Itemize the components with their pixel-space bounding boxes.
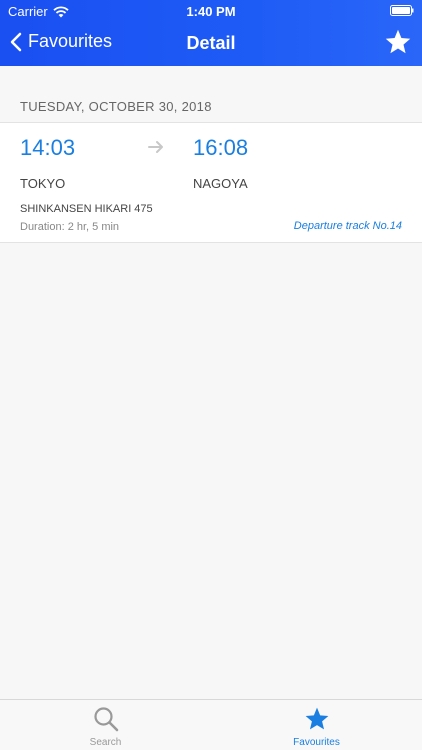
status-time: 1:40 PM	[186, 4, 236, 19]
back-label: Favourites	[28, 31, 113, 51]
status-bar: Carrier 1:40 PM	[0, 0, 422, 22]
departure-station: TOKYO	[20, 176, 66, 191]
tab-favourites[interactable]: Favourites	[211, 700, 422, 750]
departure-time: 14:03	[20, 135, 76, 160]
departure-track: Departure track No.14	[293, 220, 402, 232]
trip-card: 14:03 16:08 TOKYO NAGOYA SHINKANSEN HIKA…	[0, 122, 422, 243]
favourite-star-button[interactable]	[384, 28, 412, 56]
train-name: SHINKANSEN HIKARI 475	[20, 203, 153, 215]
tab-favourites-label: Favourites	[293, 737, 340, 748]
tab-search-label: Search	[89, 737, 122, 748]
arrival-time: 16:08	[193, 135, 249, 160]
arrow-right-icon	[148, 141, 163, 153]
trip-duration: Duration: 2 hr, 5 min	[20, 221, 120, 233]
tab-search[interactable]: Search	[0, 700, 211, 750]
tab-bar: Search Favourites	[0, 699, 422, 750]
arrival-station: NAGOYA	[193, 176, 248, 191]
star-icon	[305, 707, 329, 730]
battery-icon	[390, 5, 414, 16]
back-chevron-icon	[10, 32, 22, 51]
back-button[interactable]: Favourites	[10, 31, 112, 52]
search-icon	[94, 707, 119, 732]
navigation-bar: Favourites Detail	[0, 22, 422, 66]
date-section: TUESDAY, OCTOBER 30, 2018	[0, 66, 422, 122]
header: Carrier 1:40 PM Favourites Detail	[0, 0, 422, 66]
trip-date: TUESDAY, OCTOBER 30, 2018	[20, 99, 212, 114]
